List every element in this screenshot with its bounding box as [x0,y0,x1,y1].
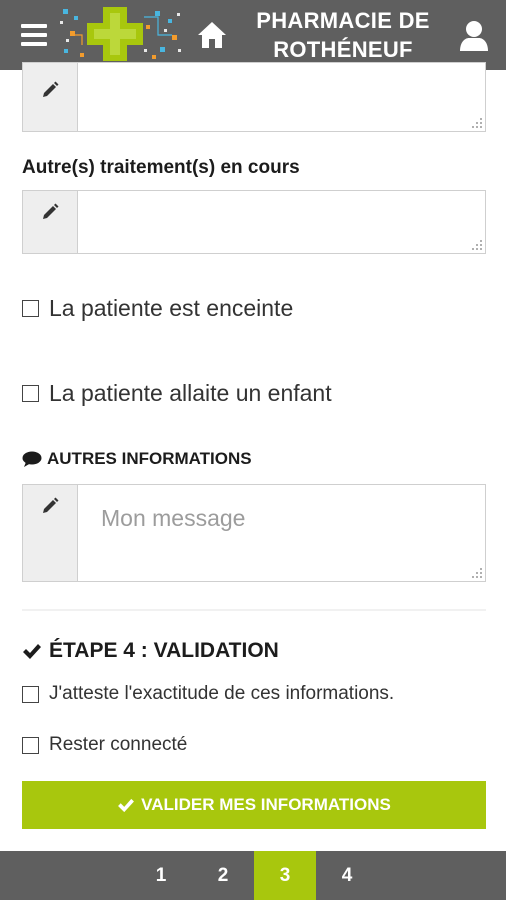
pencil-icon [43,203,59,219]
breastfeeding-label: La patiente allaite un enfant [49,380,332,406]
resize-grip-icon[interactable] [472,568,482,578]
previous-textarea[interactable] [79,63,485,131]
stay-connected-label: Rester connecté [49,734,188,755]
other-info-title-text: AUTRES INFORMATIONS [47,449,252,468]
pencil-cell [23,63,78,131]
pagination-bar: 1 2 3 4 [0,851,506,900]
page-button-1[interactable]: 1 [130,851,192,900]
page-button-2[interactable]: 2 [192,851,254,900]
home-icon[interactable] [196,20,228,50]
validation-title: ÉTAPE 4 : VALIDATION [22,639,279,663]
pregnant-checkbox[interactable] [22,300,39,317]
section-divider [22,609,486,611]
title-line-1: PHARMACIE DE [256,8,430,33]
validate-button-label: VALIDER MES INFORMATIONS [141,795,391,814]
pregnant-label: La patiente est enceinte [49,295,294,321]
other-treatments-textarea[interactable] [79,191,485,253]
page-button-3-current[interactable]: 3 [254,851,316,900]
user-icon[interactable] [459,20,489,52]
page-button-4[interactable]: 4 [316,851,378,900]
stay-connected-option[interactable]: Rester connecté [22,734,187,756]
pencil-icon [43,81,59,97]
attest-checkbox[interactable] [22,685,39,703]
message-textarea[interactable] [79,485,485,581]
previous-textarea-box [22,62,486,132]
speech-bubble-icon [22,451,42,467]
title-line-2: ROTHÉNEUF [273,37,413,62]
attest-label: J'atteste l'exactitude de ces informatio… [49,683,395,704]
pencil-icon [43,497,59,513]
hamburger-menu-icon[interactable] [21,24,47,46]
validate-button[interactable]: VALIDER MES INFORMATIONS [22,781,486,829]
other-treatments-box [22,190,486,254]
other-treatments-label: Autre(s) traitement(s) en cours [22,157,300,178]
resize-grip-icon[interactable] [472,240,482,250]
message-box [22,484,486,582]
attest-option[interactable]: J'atteste l'exactitude de ces informatio… [22,683,394,705]
pharmacy-title: PHARMACIE DE ROTHÉNEUF [240,6,446,64]
pencil-cell [23,191,78,253]
checkmark-icon [118,798,135,812]
other-info-title: AUTRES INFORMATIONS [22,449,252,469]
breastfeeding-option[interactable]: La patiente allaite un enfant [22,380,332,407]
pharmacy-cross-logo [60,7,181,61]
app-header: PHARMACIE DE ROTHÉNEUF [0,0,506,70]
stay-connected-checkbox[interactable] [22,736,39,754]
pencil-cell [23,485,78,581]
validation-title-text: ÉTAPE 4 : VALIDATION [49,639,279,662]
checkmark-icon [23,643,41,659]
pregnant-option[interactable]: La patiente est enceinte [22,295,293,322]
resize-grip-icon[interactable] [472,118,482,128]
breastfeeding-checkbox[interactable] [22,385,39,402]
